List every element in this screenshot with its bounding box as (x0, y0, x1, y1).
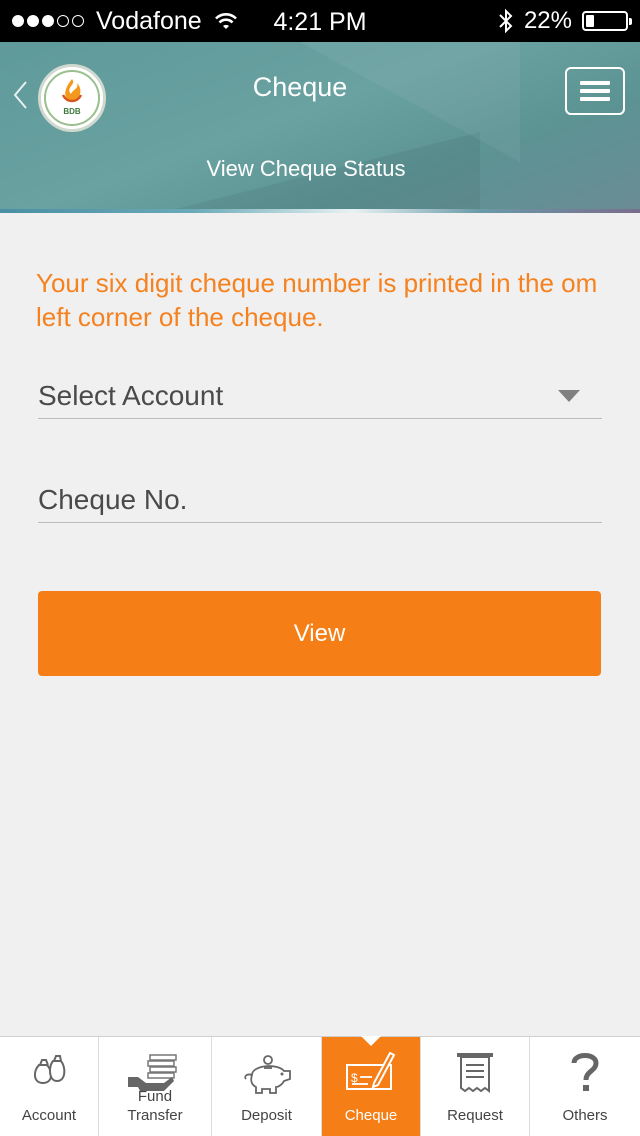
money-bags-icon (33, 1055, 66, 1085)
cheque-number-input[interactable] (38, 478, 602, 523)
account-select[interactable]: Select Account (38, 374, 602, 419)
cheque-pen-icon: $ (346, 1051, 396, 1090)
page-title: Cheque (252, 72, 348, 102)
bluetooth-icon (499, 8, 513, 34)
tab-fund-transfer[interactable]: Fund Transfer (99, 1037, 212, 1136)
logo-text: BDB (63, 107, 81, 116)
tab-cheque[interactable]: $ Cheque (322, 1036, 421, 1136)
receipt-icon (457, 1053, 493, 1093)
tab-deposit[interactable]: Deposit (212, 1037, 322, 1136)
tab-request[interactable]: Request (421, 1037, 530, 1136)
dropdown-arrow-icon (558, 390, 580, 402)
tab-account[interactable]: Account (0, 1037, 99, 1136)
battery-icon (582, 11, 632, 31)
tab-account-label: Account (21, 1107, 77, 1124)
status-bar: Vodafone 4:21 PM 22% (0, 0, 640, 42)
piggy-bank-icon (243, 1055, 291, 1094)
coins-hand-icon (128, 1054, 177, 1091)
bottom-tab-bar: Account Fund Transfer Deposit $ Cheque R… (0, 1036, 640, 1136)
hamburger-icon (580, 81, 610, 85)
menu-button[interactable] (565, 67, 625, 115)
svg-text:$: $ (351, 1071, 358, 1085)
status-right: 22% (498, 0, 632, 42)
account-select-value: Select Account (38, 380, 224, 411)
page-subtitle: View Cheque Status (206, 156, 406, 181)
tab-cheque-label: Cheque (344, 1107, 398, 1124)
tab-others[interactable]: Others (530, 1037, 640, 1136)
view-button[interactable]: View (38, 591, 601, 676)
cheque-hint-text: Your six digit cheque number is printed … (36, 268, 598, 332)
app-header: BDB Cheque View Cheque Status (0, 42, 640, 213)
tab-others-label: Others (562, 1107, 608, 1124)
tab-request-label: Request (447, 1107, 503, 1124)
tab-deposit-label: Deposit (241, 1107, 292, 1124)
battery-percent: 22% (523, 7, 572, 34)
question-mark-icon (571, 1053, 599, 1091)
